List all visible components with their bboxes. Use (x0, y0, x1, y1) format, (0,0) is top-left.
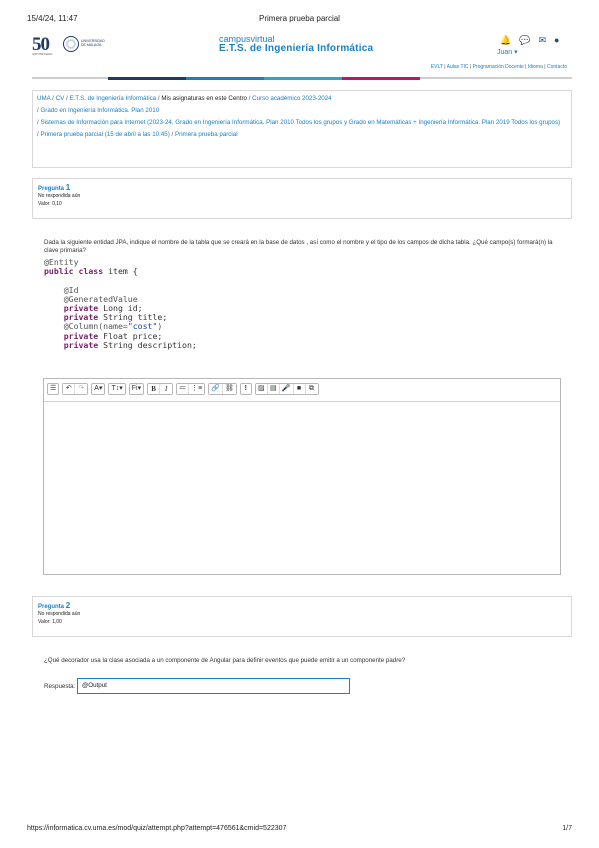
link-group: 🔗 ⛓ (208, 383, 237, 395)
crumb-cv[interactable]: CV (56, 95, 65, 102)
font-color-button[interactable]: A▾ (91, 383, 106, 395)
answer-input[interactable]: @Output (77, 678, 350, 694)
footer-url: https://informatica.cv.uma.es/mod/quiz/a… (27, 825, 287, 832)
footer-page-number: 1/7 (562, 825, 572, 832)
copy-button[interactable]: ⧉ (305, 384, 318, 394)
media-group: ▨ ▤ 🎤 ■ ⧉ (254, 383, 319, 395)
accessibility-button[interactable]: ! (239, 383, 252, 395)
answer-editor[interactable]: ☰ ↶ ↷ A▾ T↕▾ Fi▾ B I ≔ ⋮≡ 🔗 ⛓ ! ▨ ▤ 🎤 ■ … (43, 378, 561, 575)
crumb-subject[interactable]: Sistemas de Información para Internet (2… (40, 119, 560, 126)
question-1-number: 1 (65, 183, 71, 192)
question-2-info: Pregunta 2 No respondida aún Valor: 1,00 (32, 596, 572, 637)
university-line2: DE MÁLAGA (81, 43, 102, 47)
crumb-exam[interactable]: Primera prueba parcial (15 de abril a la… (40, 131, 169, 138)
link-contacto[interactable]: Contacto (547, 64, 567, 70)
question-1-text: Dada la siguiente entidad JPA, indique e… (44, 239, 553, 254)
print-title: Primera prueba parcial (259, 14, 340, 23)
paragraph-style-button[interactable]: Fi▾ (128, 383, 145, 395)
color-stripe (108, 77, 420, 80)
editor-divider (44, 401, 560, 402)
editor-toolbar: ☰ ↶ ↷ A▾ T↕▾ Fi▾ B I ≔ ⋮≡ 🔗 ⛓ ! ▨ ▤ 🎤 ■ … (47, 383, 319, 395)
bell-icon[interactable]: 🔔 (500, 35, 511, 46)
user-menu[interactable]: Juan ▾ (497, 48, 518, 56)
user-name: Juan (497, 49, 513, 56)
chevron-down-icon: ▾ (514, 49, 518, 56)
top-links: EVLT | Aulas TIC | Programación Docente … (430, 64, 567, 70)
link-programacion[interactable]: Programación Docente (473, 64, 524, 70)
unlink-button[interactable]: ⛓ (222, 384, 236, 394)
question-2-value: Valor: 1,00 (38, 619, 62, 625)
anniversary-logo[interactable]: 50 ANIVERSARIO (32, 34, 52, 56)
code-line-9: String description; (98, 339, 197, 350)
question-1-value: Valor: 0,10 (38, 201, 62, 207)
undo-redo-group: ↶ ↷ (62, 383, 89, 395)
link-idioma[interactable]: Idioma (528, 64, 543, 70)
redo-button[interactable]: ↷ (75, 384, 88, 394)
crumb-current: Mis asignaturas en este Centro (161, 95, 247, 102)
university-seal-icon (63, 36, 79, 52)
question-1-status: No respondida aún (38, 193, 81, 199)
image-button[interactable]: ▨ (255, 384, 268, 394)
question-1-info: Pregunta 1 No respondida aún Valor: 0,10 (32, 178, 572, 219)
crumb-uma[interactable]: UMA (37, 95, 50, 102)
help-icon[interactable]: ● (554, 35, 559, 46)
university-name: UNIVERSIDAD DE MÁLAGA (81, 39, 105, 47)
toolbar-toggle-button[interactable]: ☰ (47, 383, 60, 395)
question-2-text: ¿Qué decorador usa la clase asociada a u… (44, 657, 406, 664)
link-aulas-tic[interactable]: Aulas TIC (447, 64, 469, 70)
answer-label: Respuesta: (44, 683, 76, 690)
numbered-list-button[interactable]: ⋮≡ (189, 384, 205, 394)
breadcrumb: UMA / CV / E.T.S. de Ingeniería Informát… (32, 90, 572, 168)
format-group: B I (147, 383, 174, 395)
undo-button[interactable]: ↶ (63, 384, 76, 394)
italic-button[interactable]: I (160, 384, 173, 394)
crumb-exam-page[interactable]: Primera prueba parcial (175, 131, 238, 138)
bold-button[interactable]: B (148, 384, 161, 394)
chat-icon[interactable]: 💬 (519, 35, 530, 46)
file-button[interactable]: ▤ (267, 384, 280, 394)
question-2-label: Pregunta 2 (38, 601, 71, 610)
question-2-status: No respondida aún (38, 611, 81, 617)
brand-school[interactable]: E.T.S. de Ingeniería Informática (219, 43, 373, 54)
question-1-label: Pregunta 1 (38, 183, 71, 192)
code-line-2-keyword: public class (44, 266, 104, 277)
logo-fifty-sub: ANIVERSARIO (32, 52, 53, 56)
header-icons: 🔔 💬 ✉ ● (500, 35, 559, 46)
crumb-school[interactable]: E.T.S. de Ingeniería Informática (69, 95, 156, 102)
code-line-2: item { (103, 266, 138, 277)
crumb-degree[interactable]: Grado en Ingeniería Informática. Plan 20… (40, 107, 159, 114)
mail-icon[interactable]: ✉ (538, 35, 546, 46)
bullet-list-button[interactable]: ≔ (177, 384, 190, 394)
video-button[interactable]: ■ (293, 384, 306, 394)
font-size-button[interactable]: T↕▾ (108, 383, 126, 395)
crumb-course-year[interactable]: Curso académico 2023-2024 (252, 95, 331, 102)
list-group: ≔ ⋮≡ (176, 383, 206, 395)
question-2-number: 2 (65, 601, 71, 610)
microphone-button[interactable]: 🎤 (279, 384, 294, 394)
question-1-code: @Entity public class item { @Id @Generat… (44, 257, 197, 350)
link-button[interactable]: 🔗 (209, 384, 223, 394)
code-line-9-keyword: private (63, 339, 99, 350)
link-evlt[interactable]: EVLT (431, 64, 443, 70)
